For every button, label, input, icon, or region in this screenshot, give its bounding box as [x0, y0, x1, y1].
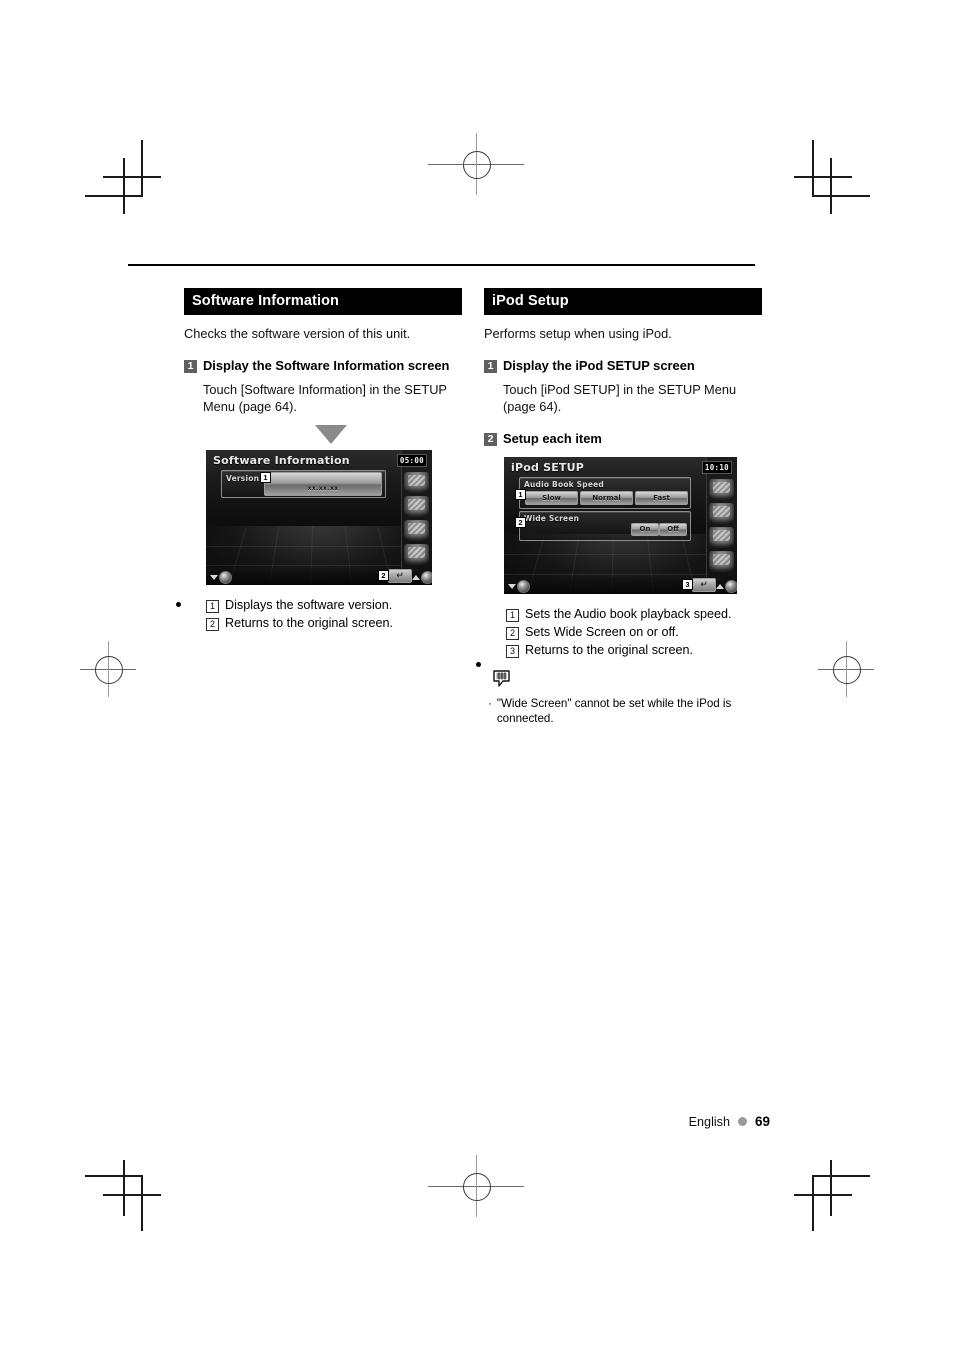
section-ipod-setup: iPod Setup Performs setup when using iPo…	[476, 288, 762, 726]
return-button[interactable]: ↵	[388, 569, 412, 583]
note-bullet: ·	[488, 697, 492, 710]
step-title: Setup each item	[503, 431, 602, 446]
speed-option-normal-label: Normal	[592, 493, 621, 502]
column-end-dot	[476, 662, 481, 667]
manual-page: Software Information Checks the software…	[0, 0, 954, 1350]
source-icon-3	[404, 520, 429, 541]
screen-up-button[interactable]	[716, 579, 737, 593]
result-list-software-information: 1 Displays the software version. 2 Retur…	[206, 597, 462, 632]
device-screenshot-software-information: Software Information 05:00 Version xx.xx…	[206, 450, 432, 585]
section-heading-ipod-setup: iPod Setup	[484, 288, 762, 315]
callout-3-return: 3	[682, 579, 693, 590]
callout-1-version: 1	[260, 472, 271, 483]
triangle-up-icon	[412, 574, 420, 580]
device-clock: 05:00	[396, 454, 427, 467]
list-item: 1 Sets the Audio book playback speed.	[506, 606, 762, 623]
wide-screen-label: Wide Screen	[524, 514, 580, 523]
footer-dot-icon	[737, 1117, 747, 1126]
speed-option-fast-label: Fast	[653, 493, 670, 502]
column-end-dot	[176, 602, 181, 607]
section-lead-text: Checks the software version of this unit…	[184, 326, 411, 341]
result-number: 2	[506, 627, 519, 640]
device-bottom-bar: ↵	[206, 568, 432, 585]
wide-screen-option-off-label: Off	[667, 525, 679, 533]
speed-option-fast[interactable]: Fast	[635, 491, 688, 505]
return-button[interactable]: ↵	[692, 578, 716, 592]
speed-option-slow-label: Slow	[542, 493, 561, 502]
step-title: Display the Software Information screen	[203, 358, 450, 373]
version-label: Version	[226, 474, 260, 483]
result-text: Returns to the original screen.	[225, 616, 394, 630]
callout-2-return: 2	[378, 570, 389, 581]
source-icon-2	[709, 503, 734, 524]
wide-screen-option-off[interactable]: Off	[659, 523, 687, 536]
callout-2-wide-screen: 2	[515, 517, 526, 528]
footer-page-number: 69	[754, 1114, 770, 1129]
source-icon-1	[404, 472, 429, 493]
wide-screen-option-on-label: On	[639, 525, 651, 533]
page-footer: English 69	[689, 1114, 770, 1129]
down-arrow-icon	[315, 425, 347, 444]
footer-language: English	[688, 1114, 730, 1129]
note-text-row: · "Wide Screen" cannot be set while the …	[488, 696, 762, 726]
section-software-information: Software Information Checks the software…	[176, 288, 462, 632]
device-screen-title: iPod SETUP	[511, 461, 585, 474]
source-icon-4	[404, 544, 429, 565]
step-1-software-information: 1 Display the Software Information scree…	[184, 358, 462, 374]
source-icon-3	[709, 527, 734, 548]
screen-down-button[interactable]	[210, 570, 232, 584]
step-title: Display the iPod SETUP screen	[503, 358, 695, 373]
version-value-text: xx.xx.xx	[307, 485, 339, 492]
device-source-rail	[706, 457, 737, 594]
step-instruction-text: Touch [iPod SETUP] in the SETUP Menu (pa…	[503, 382, 737, 414]
screen-down-button[interactable]	[508, 579, 530, 593]
section-heading-software-information: Software Information	[184, 288, 462, 315]
header-rule	[128, 264, 755, 266]
result-number: 1	[506, 609, 519, 622]
step-2-ipod-setup: 2 Setup each item	[484, 431, 762, 447]
triangle-down-icon	[210, 574, 218, 580]
step-instruction-text: Touch [Software Information] in the SETU…	[203, 382, 447, 414]
result-list-ipod-setup: 1 Sets the Audio book playback speed. 2 …	[506, 606, 762, 659]
triangle-up-icon	[716, 583, 724, 589]
wide-screen-option-on[interactable]: On	[631, 523, 659, 536]
callout-1-audio-book-speed: 1	[515, 489, 526, 500]
result-text: Displays the software version.	[225, 598, 393, 612]
step-1-ipod-setup: 1 Display the iPod SETUP screen	[484, 358, 762, 374]
camera-lens-icon	[517, 579, 530, 593]
result-text: Returns to the original screen.	[525, 643, 694, 657]
camera-lens-icon	[421, 570, 432, 584]
list-item: 3 Returns to the original screen.	[506, 642, 762, 659]
list-item: 2 Returns to the original screen.	[206, 615, 462, 632]
step-number-badge: 1	[184, 360, 197, 373]
source-icon-1	[709, 479, 734, 500]
device-screen-title: Software Information	[213, 454, 350, 467]
step-number-badge: 2	[484, 433, 497, 446]
speed-option-normal[interactable]: Normal	[580, 491, 633, 505]
list-item: 2 Sets Wide Screen on or off.	[506, 624, 762, 641]
source-icon-4	[709, 551, 734, 572]
camera-lens-icon	[725, 579, 737, 593]
device-clock: 10:10	[701, 461, 732, 474]
result-number: 3	[506, 645, 519, 658]
note-bubble-icon	[492, 669, 762, 694]
screen-up-button[interactable]	[412, 570, 432, 584]
list-item: 1 Displays the software version.	[206, 597, 462, 614]
device-screenshot-ipod-setup: iPod SETUP 10:10 Audio Book Speed Slow N…	[504, 457, 737, 594]
section-lead-text: Performs setup when using iPod.	[484, 326, 672, 341]
audio-book-speed-label: Audio Book Speed	[524, 480, 604, 489]
result-number: 1	[206, 600, 219, 613]
note-text: "Wide Screen" cannot be set while the iP…	[496, 697, 732, 725]
triangle-down-icon	[508, 583, 516, 589]
speed-option-slow[interactable]: Slow	[525, 491, 578, 505]
camera-lens-icon	[219, 570, 232, 584]
source-icon-2	[404, 496, 429, 517]
version-value-field: xx.xx.xx	[264, 472, 382, 496]
step-number-badge: 1	[484, 360, 497, 373]
result-text: Sets Wide Screen on or off.	[525, 625, 679, 639]
result-text: Sets the Audio book playback speed.	[525, 607, 732, 621]
device-source-rail	[401, 450, 432, 585]
result-number: 2	[206, 618, 219, 631]
device-bottom-bar: ↵	[504, 577, 737, 594]
